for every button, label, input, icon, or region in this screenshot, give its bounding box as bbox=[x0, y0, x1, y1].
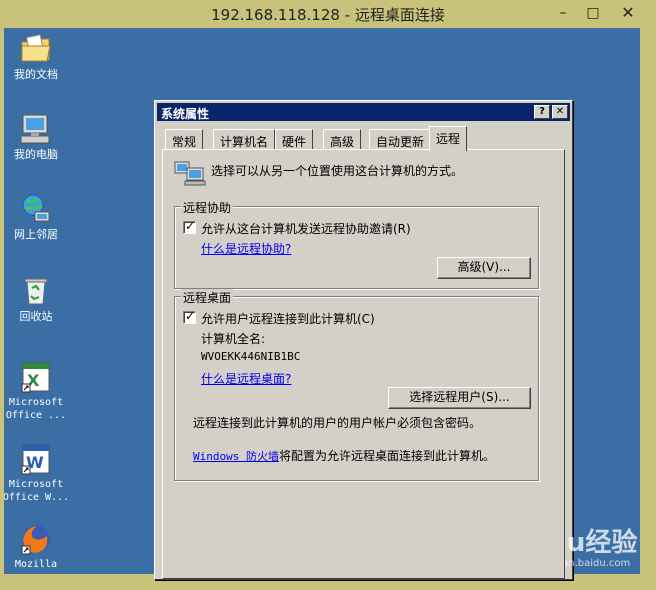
desktop-icon-label: 回收站 bbox=[19, 310, 53, 323]
desktop-icon-label: Microsoft Office W... bbox=[4, 479, 70, 503]
remote-assistance-group-label: 远程协助 bbox=[181, 199, 234, 216]
tab-remote[interactable]: 远程 bbox=[429, 126, 468, 151]
remote-desktop-group: 远程桌面 ✓ 允许用户远程连接到此计算机(C) 计算机全名: WVOEKK446… bbox=[174, 289, 539, 481]
network-icon bbox=[19, 192, 53, 226]
desktop-icon-word[interactable]: W Microsoft Office W... bbox=[4, 442, 72, 504]
system-properties-dialog: 系统属性 ? ✕ 常规 计算机名 硬件 高级 自动更新 远程 选择可以从另一个位… bbox=[154, 100, 573, 580]
close-button[interactable]: ✕ bbox=[608, 2, 648, 24]
remote-desktop-group-label: 远程桌面 bbox=[181, 289, 234, 306]
tab-general[interactable]: 常规 bbox=[165, 129, 204, 150]
remote-intro-text: 选择可以从另一个位置使用这台计算机的方式。 bbox=[211, 164, 464, 178]
checkmark-icon: ✓ bbox=[185, 309, 196, 323]
windows-firewall-link[interactable]: Windows 防火墙 bbox=[193, 450, 279, 463]
password-requirement-text: 远程连接到此计算机的用户的用户帐户必须包含密码。 bbox=[193, 416, 482, 430]
allow-remote-desktop-label[interactable]: 允许用户远程连接到此计算机(C) bbox=[201, 310, 375, 327]
remote-assistance-group: 远程协助 ✓ 允许从这台计算机发送远程协助邀请(R) 什么是远程协助? 高级(V… bbox=[174, 199, 539, 289]
minimize-button[interactable]: – bbox=[548, 2, 578, 24]
dialog-titlebar[interactable]: 系统属性 ? ✕ bbox=[157, 103, 570, 121]
what-is-remote-assistance-link[interactable]: 什么是远程协助? bbox=[201, 240, 291, 257]
rdp-titlebar[interactable]: 192.168.118.128 - 远程桌面连接 – □ ✕ bbox=[0, 0, 656, 28]
desktop-icon-my-computer[interactable]: 我的电脑 bbox=[4, 112, 72, 161]
computer-full-name-label: 计算机全名: bbox=[201, 332, 266, 346]
tab-computer-name[interactable]: 计算机名 bbox=[213, 129, 276, 150]
remote-computer-icon bbox=[173, 156, 207, 188]
firefox-icon bbox=[19, 522, 53, 556]
desktop-icon-label: 我的电脑 bbox=[14, 148, 58, 161]
desktop-icon-network[interactable]: 网上邻居 bbox=[4, 192, 72, 241]
desktop-icon-label: 网上邻居 bbox=[14, 228, 58, 241]
select-remote-users-button[interactable]: 选择远程用户(S)... bbox=[388, 387, 531, 409]
remote-tab-panel: 选择可以从另一个位置使用这台计算机的方式。 远程协助 ✓ 允许从这台计算机发送远… bbox=[162, 149, 565, 579]
desktop-icon-label: Microsoft Office ... bbox=[5, 397, 67, 421]
allow-remote-desktop-checkbox[interactable]: ✓ bbox=[183, 309, 196, 324]
computer-full-name-value: WVOEKK446NIB1BC bbox=[201, 350, 301, 363]
word-icon: W bbox=[19, 442, 53, 476]
excel-icon: X bbox=[19, 360, 53, 394]
desktop-icon-my-documents[interactable]: 我的文档 bbox=[4, 32, 72, 81]
dialog-close-button[interactable]: ✕ bbox=[552, 105, 568, 119]
folder-documents-icon bbox=[19, 32, 53, 66]
what-is-remote-desktop-link[interactable]: 什么是远程桌面? bbox=[201, 370, 291, 387]
advanced-button[interactable]: 高级(V)... bbox=[437, 257, 531, 279]
recycle-bin-icon bbox=[19, 274, 53, 308]
checkmark-icon: ✓ bbox=[185, 219, 196, 233]
allow-remote-assistance-label[interactable]: 允许从这台计算机发送远程协助邀请(R) bbox=[201, 220, 411, 237]
dialog-title: 系统属性 bbox=[161, 107, 210, 121]
maximize-button[interactable]: □ bbox=[578, 2, 608, 24]
desktop-icon-label: Mozilla bbox=[14, 559, 58, 570]
allow-remote-assistance-checkbox[interactable]: ✓ bbox=[183, 219, 196, 234]
desktop-icon-label: 我的文档 bbox=[14, 68, 58, 81]
firewall-note-text: 将配置为允许远程桌面连接到此计算机。 bbox=[278, 449, 495, 463]
desktop-icon-excel[interactable]: X Microsoft Office ... bbox=[4, 360, 72, 422]
help-button[interactable]: ? bbox=[534, 105, 550, 119]
desktop-icon-recycle-bin[interactable]: 回收站 bbox=[4, 274, 72, 323]
computer-icon bbox=[19, 112, 53, 146]
desktop-icon-firefox[interactable]: Mozilla bbox=[4, 522, 72, 571]
rdp-frame-right bbox=[640, 28, 656, 590]
tab-advanced[interactable]: 高级 bbox=[323, 129, 362, 150]
tab-hardware[interactable]: 硬件 bbox=[275, 129, 314, 150]
tab-automatic-updates[interactable]: 自动更新 bbox=[369, 129, 432, 150]
firewall-note: Windows 防火墙将配置为允许远程桌面连接到此计算机。 bbox=[193, 447, 495, 464]
